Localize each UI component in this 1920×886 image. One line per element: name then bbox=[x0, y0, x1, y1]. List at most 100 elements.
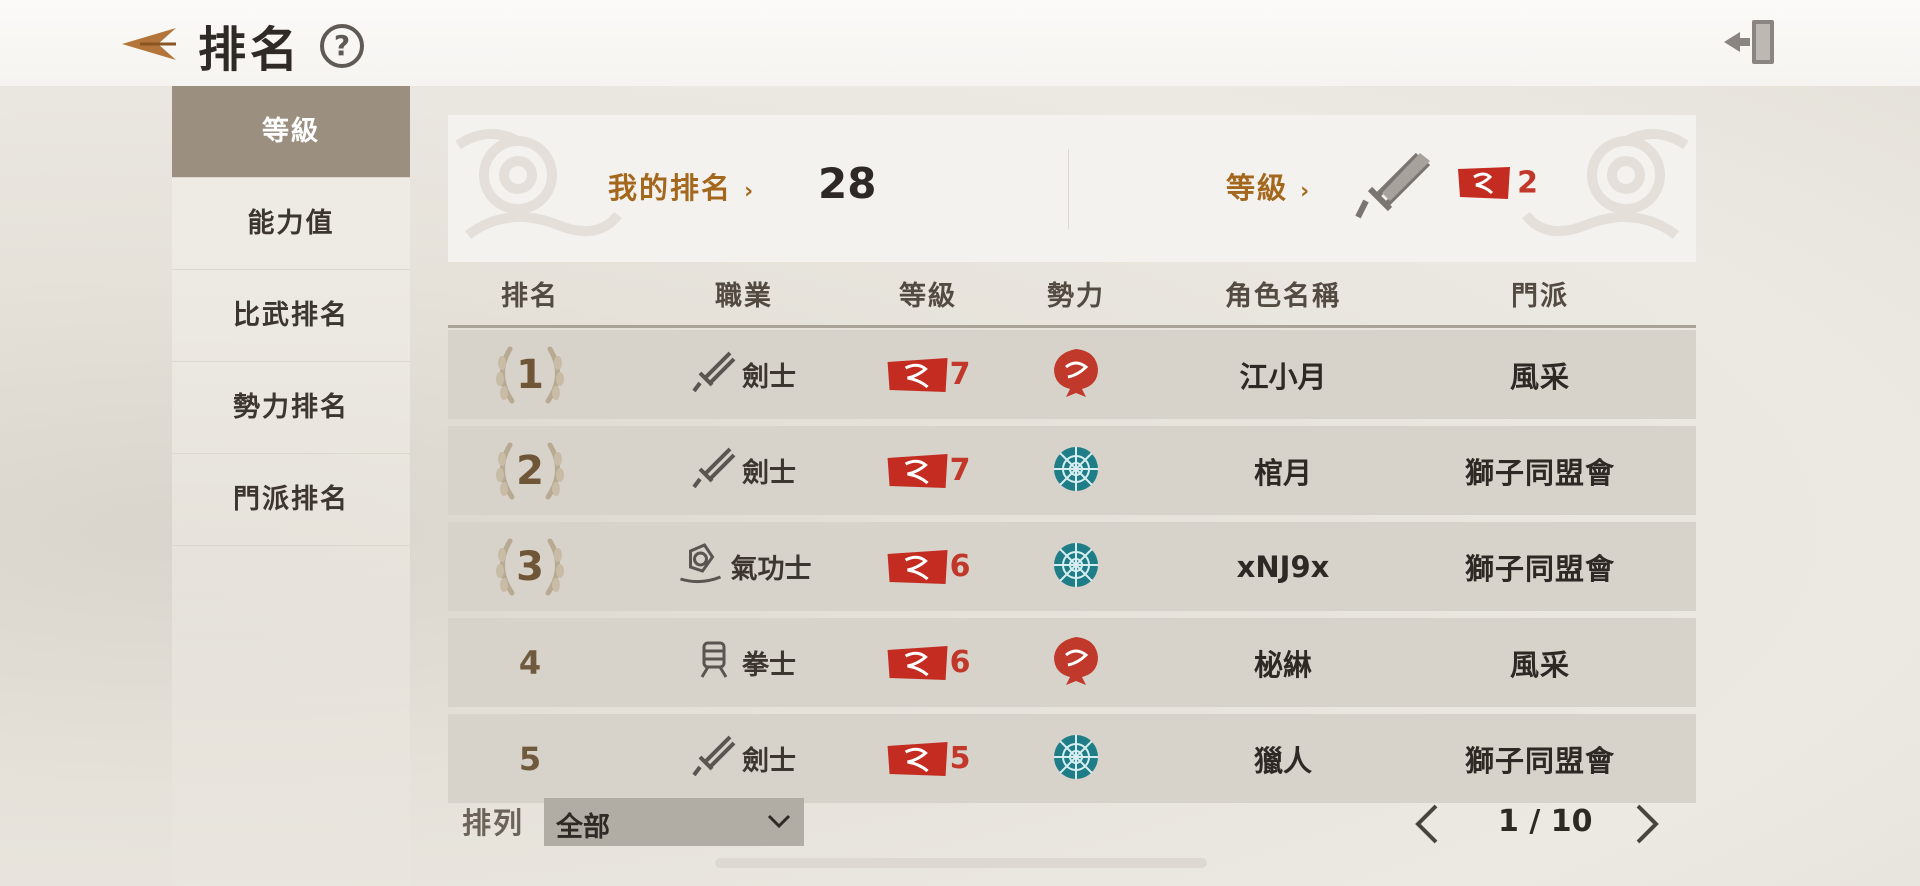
table-row[interactable]: 3 氣功士 6 xNJ9x 獅子同盟會 bbox=[448, 522, 1696, 611]
table-row[interactable]: 4 拳士 6 柲綝 風采 bbox=[448, 618, 1696, 707]
sort-label: 排列 bbox=[462, 806, 525, 840]
job-cell: 劍士 bbox=[692, 330, 796, 419]
level-cell: 6 bbox=[886, 618, 971, 707]
job-label: 劍士 bbox=[742, 746, 796, 777]
level-value: 6 bbox=[949, 645, 971, 680]
qigong-icon bbox=[677, 541, 731, 592]
job-label: 劍士 bbox=[742, 458, 796, 489]
col-faction: 勢力 bbox=[1047, 281, 1105, 312]
sidebar-item-level[interactable]: 等級 bbox=[172, 86, 410, 178]
rank-number: 1 bbox=[516, 351, 544, 398]
page-indicator: 1 / 10 bbox=[1498, 804, 1593, 839]
character-name: 柲綝 bbox=[1253, 647, 1313, 682]
guild-name: 風采 bbox=[1509, 647, 1571, 682]
teal-lotus-faction-icon bbox=[1047, 440, 1105, 502]
sidebar-item-duel-ranking[interactable]: 比武排名 bbox=[172, 270, 410, 362]
level-value: 7 bbox=[949, 357, 971, 392]
faction-cell bbox=[1047, 522, 1105, 611]
rank-cell: 3 bbox=[490, 522, 570, 611]
cloud-ornament-icon bbox=[455, 128, 622, 240]
character-name: 棺月 bbox=[1253, 455, 1313, 490]
sword-class-icon bbox=[1355, 152, 1431, 219]
level-label[interactable]: 等級 › bbox=[1226, 165, 1311, 207]
teal-lotus-faction-icon bbox=[1047, 536, 1105, 598]
my-level-value: 2 bbox=[1517, 165, 1538, 201]
help-question-icon[interactable]: ? bbox=[320, 24, 364, 68]
level-badge-icon bbox=[887, 453, 948, 488]
faction-cell bbox=[1048, 330, 1104, 419]
top-bar: 排名 ? bbox=[0, 0, 1920, 86]
exit-door-icon[interactable] bbox=[1720, 16, 1780, 68]
col-rank: 排名 bbox=[501, 281, 559, 312]
rank-number: 2 bbox=[516, 447, 544, 494]
level-value: 6 bbox=[949, 549, 971, 584]
job-label: 氣功士 bbox=[730, 554, 812, 585]
level-cell: 6 bbox=[886, 522, 971, 611]
level-badge-icon bbox=[887, 357, 948, 392]
faction-cell bbox=[1048, 618, 1104, 707]
cloud-ornament-icon bbox=[1522, 128, 1689, 240]
my-rank-value: 28 bbox=[818, 159, 877, 208]
col-guild: 門派 bbox=[1511, 281, 1569, 312]
divider bbox=[1068, 149, 1069, 229]
chevron-down-icon bbox=[767, 814, 791, 829]
level-cell: 7 bbox=[886, 426, 971, 515]
character-name: xNJ9x bbox=[1236, 549, 1330, 584]
level-cell: 5 bbox=[886, 714, 971, 803]
sword-icon bbox=[692, 733, 742, 784]
my-rank-label[interactable]: 我的排名 › bbox=[608, 165, 755, 207]
level-value: 7 bbox=[949, 453, 971, 488]
job-cell: 氣功士 bbox=[677, 522, 812, 611]
header-divider bbox=[448, 325, 1696, 328]
my-level: 2 bbox=[1456, 165, 1538, 205]
sword-icon bbox=[692, 349, 742, 400]
level-cell: 7 bbox=[886, 330, 971, 419]
level-badge-icon bbox=[887, 741, 948, 776]
table-header: 排名 職業 等級 勢力 角色名稱 門派 bbox=[448, 262, 1696, 326]
job-cell: 劍士 bbox=[692, 426, 796, 515]
level-badge-icon bbox=[887, 645, 948, 680]
rank-cell: 1 bbox=[490, 330, 570, 419]
table-row[interactable]: 2 劍士 7 棺月 獅子同盟會 bbox=[448, 426, 1696, 515]
job-label: 劍士 bbox=[742, 362, 796, 393]
faction-cell bbox=[1047, 426, 1105, 515]
job-cell: 劍士 bbox=[692, 714, 796, 803]
my-rank-panel: 我的排名 › 28 等級 › 2 bbox=[448, 115, 1696, 262]
guild-name: 風采 bbox=[1509, 359, 1571, 394]
prev-page-button[interactable] bbox=[1412, 802, 1442, 846]
home-indicator bbox=[715, 858, 1207, 868]
next-page-button[interactable] bbox=[1632, 802, 1662, 846]
rank-number: 5 bbox=[518, 739, 542, 778]
red-beast-faction-icon bbox=[1048, 345, 1104, 405]
faction-cell bbox=[1047, 714, 1105, 803]
red-beast-faction-icon bbox=[1048, 633, 1104, 693]
table-row[interactable]: 5 劍士 5 獵人 獅子同盟會 bbox=[448, 714, 1696, 803]
teal-lotus-faction-icon bbox=[1047, 728, 1105, 790]
rank-cell: 5 bbox=[519, 714, 541, 803]
guild-name: 獅子同盟會 bbox=[1464, 455, 1616, 490]
table-row[interactable]: 1 劍士 7 江小月 風采 bbox=[448, 330, 1696, 419]
rank-cell: 2 bbox=[490, 426, 570, 515]
job-label: 拳士 bbox=[742, 650, 796, 681]
job-cell: 拳士 bbox=[692, 618, 796, 707]
rank-number: 4 bbox=[518, 643, 542, 682]
col-character-name: 角色名稱 bbox=[1225, 281, 1341, 312]
fist-icon bbox=[692, 637, 742, 688]
character-name: 江小月 bbox=[1239, 359, 1327, 394]
level-badge-icon bbox=[1458, 167, 1510, 199]
sort-dropdown-value: 全部 bbox=[556, 812, 610, 843]
sort-dropdown[interactable]: 全部 bbox=[544, 798, 804, 846]
col-level: 等級 bbox=[899, 281, 957, 312]
level-value: 5 bbox=[949, 741, 971, 776]
guild-name: 獅子同盟會 bbox=[1464, 551, 1616, 586]
page-title: 排名 bbox=[198, 22, 303, 78]
sidebar-item-ability[interactable]: 能力值 bbox=[172, 178, 410, 270]
sidebar-item-guild-ranking[interactable]: 門派排名 bbox=[172, 454, 410, 546]
guild-name: 獅子同盟會 bbox=[1464, 743, 1616, 778]
chevron-right-icon: › bbox=[744, 179, 756, 204]
sidebar: 等級 能力值 比武排名 勢力排名 門派排名 bbox=[172, 86, 410, 886]
back-arrow-icon[interactable] bbox=[118, 22, 178, 66]
level-badge-icon bbox=[887, 549, 948, 584]
sidebar-item-faction-ranking[interactable]: 勢力排名 bbox=[172, 362, 410, 454]
col-job: 職業 bbox=[715, 281, 773, 312]
